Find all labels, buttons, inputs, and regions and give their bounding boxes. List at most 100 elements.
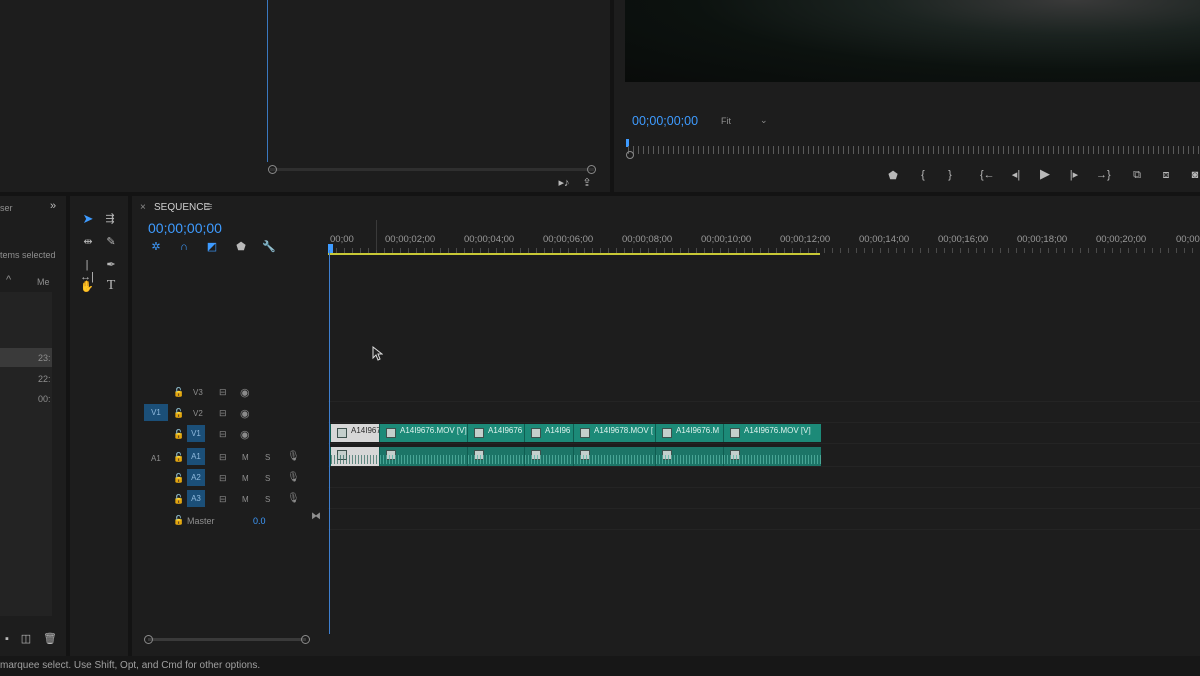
track-label-v1[interactable]: V1: [187, 425, 205, 442]
chevron-up-icon[interactable]: ^: [6, 274, 11, 286]
column-header[interactable]: Me: [37, 277, 50, 287]
sync-lock-icon[interactable]: ⊟: [219, 408, 227, 419]
lock-icon[interactable]: 🔓: [173, 387, 184, 398]
audio-clip[interactable]: [723, 447, 821, 466]
circle-handle-icon[interactable]: [626, 151, 634, 159]
export-frame-icon[interactable]: ◙: [1188, 169, 1200, 183]
time-ruler[interactable]: [328, 228, 1200, 256]
lock-icon[interactable]: 🔓: [173, 429, 184, 440]
master-volume[interactable]: 0.0: [253, 516, 266, 526]
circle-handle-icon[interactable]: [301, 635, 310, 644]
expand-panel-icon[interactable]: »: [50, 200, 56, 212]
video-clip[interactable]: A14I96: [524, 424, 573, 442]
sequence-tab[interactable]: SEQUENCE: [154, 202, 210, 213]
insert-icon[interactable]: ▸♪: [557, 177, 571, 191]
panel-menu-icon[interactable]: ≡: [206, 201, 212, 213]
timeline-scrollbar[interactable]: [148, 638, 306, 641]
track-label-v2[interactable]: V2: [193, 409, 203, 418]
list-item[interactable]: 22:: [38, 374, 51, 384]
sync-lock-icon[interactable]: ⊟: [219, 387, 227, 398]
lock-icon[interactable]: 🔓: [173, 473, 184, 484]
solo-button[interactable]: S: [265, 474, 270, 483]
eye-icon[interactable]: ◉: [240, 428, 250, 441]
step-back-icon[interactable]: ◂|: [1009, 169, 1023, 183]
circle-handle-icon[interactable]: [144, 635, 153, 644]
mark-out-icon[interactable]: }: [943, 169, 957, 183]
list-item[interactable]: 23:: [38, 353, 51, 363]
playhead-line[interactable]: [329, 250, 330, 634]
razor-icon[interactable]: ✎: [104, 236, 118, 250]
mute-button[interactable]: M: [242, 474, 249, 483]
audio-clip[interactable]: [330, 447, 379, 466]
circle-handle-icon[interactable]: [587, 165, 596, 174]
solo-button[interactable]: S: [265, 453, 270, 462]
export-icon[interactable]: ⇪: [580, 177, 594, 191]
sync-lock-icon[interactable]: ⊟: [219, 452, 227, 463]
trash-icon[interactable]: 🗑: [43, 633, 57, 647]
audio-clip[interactable]: [524, 447, 573, 466]
microphone-icon[interactable]: 🎙: [287, 493, 300, 504]
wrench-icon[interactable]: 🔧: [262, 241, 276, 255]
track-label-a1[interactable]: A1: [187, 448, 205, 465]
go-to-out-icon[interactable]: →}: [1096, 169, 1111, 183]
source-patch-a1[interactable]: A1: [151, 454, 161, 463]
mark-in-icon[interactable]: {: [916, 169, 930, 183]
video-clip[interactable]: A14I9676: [467, 424, 524, 442]
video-clip[interactable]: A14I9676.MOV [V]: [723, 424, 821, 442]
eye-icon[interactable]: ◉: [240, 407, 250, 420]
track-label-a2[interactable]: A2: [187, 469, 205, 486]
slip-icon[interactable]: |↔|: [80, 259, 94, 283]
program-scrubber[interactable]: [628, 146, 1200, 154]
new-bin-icon[interactable]: ◫: [19, 633, 33, 647]
linked-selection-icon[interactable]: ∩: [177, 241, 191, 255]
list-item[interactable]: 00:: [38, 394, 51, 404]
lock-icon[interactable]: 🔓: [173, 452, 184, 463]
go-to-end-icon[interactable]: ⧓: [311, 511, 321, 522]
snap-icon[interactable]: ✲: [149, 241, 163, 255]
program-timecode[interactable]: 00;00;00;00: [632, 114, 698, 128]
audio-clip[interactable]: [379, 447, 467, 466]
audio-clip[interactable]: [655, 447, 723, 466]
sync-lock-icon[interactable]: ⊟: [219, 494, 227, 505]
circle-handle-icon[interactable]: [268, 165, 277, 174]
video-clip[interactable]: A14I967: [330, 424, 379, 442]
work-area-bar[interactable]: [328, 253, 820, 255]
video-clip[interactable]: A14I9676.MOV [V]: [379, 424, 467, 442]
mute-button[interactable]: M: [242, 453, 249, 462]
lock-icon[interactable]: 🔓: [173, 408, 184, 419]
sync-lock-icon[interactable]: ⊟: [219, 473, 227, 484]
type-tool-icon[interactable]: T: [104, 279, 118, 294]
video-clip[interactable]: A14I9678.MOV [: [573, 424, 655, 442]
new-item-icon[interactable]: ▪: [0, 633, 14, 647]
lock-icon[interactable]: 🔓: [173, 515, 184, 526]
track-select-forward-icon[interactable]: ⇶: [103, 213, 117, 227]
solo-button[interactable]: S: [265, 495, 270, 504]
track-label-v3[interactable]: V3: [193, 388, 203, 397]
track-label-a3[interactable]: A3: [187, 490, 205, 507]
selection-tool-icon[interactable]: ➤: [81, 212, 95, 227]
add-marker-icon[interactable]: ⬟: [234, 241, 248, 255]
extract-icon[interactable]: ⧈: [1159, 169, 1173, 183]
video-clip[interactable]: A14I9676.M: [655, 424, 723, 442]
lift-icon[interactable]: ⧉: [1130, 169, 1144, 183]
go-to-in-icon[interactable]: {←: [980, 169, 995, 183]
sequence-timecode[interactable]: 00;00;00;00: [148, 220, 222, 236]
pen-icon[interactable]: ✒: [104, 259, 118, 273]
audio-clip[interactable]: [467, 447, 524, 466]
hand-icon[interactable]: ✋: [80, 281, 94, 295]
ripple-edit-icon[interactable]: ⇹: [81, 236, 95, 250]
close-tab-icon[interactable]: ×: [140, 202, 146, 213]
source-scrollbar[interactable]: [270, 168, 594, 171]
microphone-icon[interactable]: 🎙: [287, 472, 300, 483]
insert-nested-icon[interactable]: ◩: [205, 241, 219, 255]
eye-icon[interactable]: ◉: [240, 386, 250, 399]
lock-icon[interactable]: 🔓: [173, 494, 184, 505]
audio-clip[interactable]: [573, 447, 655, 466]
play-icon[interactable]: ▶: [1038, 167, 1052, 182]
microphone-icon[interactable]: 🎙: [287, 451, 300, 462]
add-marker-icon[interactable]: ⬟: [886, 170, 900, 184]
sync-lock-icon[interactable]: ⊟: [219, 429, 227, 440]
step-forward-icon[interactable]: |▸: [1067, 169, 1081, 183]
source-patch-v1[interactable]: V1: [144, 404, 168, 421]
mute-button[interactable]: M: [242, 495, 249, 504]
